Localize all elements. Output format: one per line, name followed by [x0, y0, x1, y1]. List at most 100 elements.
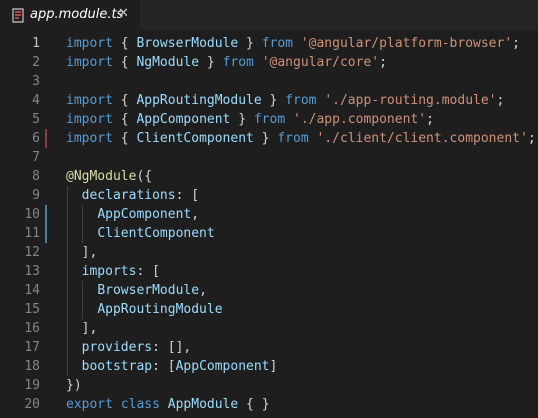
typescript-file-icon: [12, 8, 24, 23]
token: NgModule: [136, 55, 200, 70]
token: './client/client.component': [316, 131, 528, 146]
token: {: [112, 131, 137, 146]
token: }: [230, 112, 254, 127]
line-number: 16: [24, 321, 40, 336]
token: import: [66, 55, 113, 70]
code-text: import { NgModule } from '@angular/core'…: [66, 53, 387, 72]
token: from: [277, 131, 309, 146]
line-number: 20: [24, 397, 40, 412]
code-text: import { BrowserModule } from '@angular/…: [66, 34, 520, 53]
code-text: ],: [66, 319, 98, 338]
code-line[interactable]: 6 import { ClientComponent } from './clie…: [0, 129, 538, 148]
token: from: [285, 93, 317, 108]
line-number: 3: [32, 74, 40, 89]
token: from: [222, 55, 254, 70]
code-text: providers: [],: [66, 338, 192, 357]
code-text: ClientComponent: [66, 224, 215, 243]
line-number: 4: [32, 93, 40, 108]
code-line[interactable]: 14 BrowserModule,: [0, 281, 538, 300]
token: ;: [379, 55, 387, 70]
token: {: [112, 55, 137, 70]
token: BrowserModule: [136, 36, 239, 51]
token: import: [66, 93, 113, 108]
token: AppComponent: [136, 112, 231, 127]
code-line[interactable]: 9 declarations: [: [0, 186, 538, 205]
token: ;: [426, 112, 434, 127]
code-text: BrowserModule,: [66, 281, 207, 300]
code-line[interactable]: 18 bootstrap: [AppComponent]: [0, 357, 538, 376]
code-line[interactable]: 10 AppComponent,: [0, 205, 538, 224]
line-number: 15: [24, 302, 40, 317]
token: AppRoutingModule: [97, 302, 223, 317]
code-line[interactable]: 13 imports: [: [0, 262, 538, 281]
code-line[interactable]: 7: [0, 148, 538, 167]
gutter-change-marker: [45, 224, 47, 243]
code-text: AppComponent,: [66, 205, 199, 224]
code-text: export class AppModule { }: [66, 395, 270, 414]
token: ({: [136, 169, 153, 184]
token: : [: [152, 359, 176, 374]
token: ;: [496, 93, 505, 108]
token: @NgModule: [66, 169, 137, 184]
token: : [: [136, 264, 160, 279]
code-line[interactable]: 19}): [0, 376, 538, 395]
tab-app-module[interactable]: app.module.ts ✕: [0, 0, 140, 30]
token: }: [253, 131, 278, 146]
code-text: import { ClientComponent } from './clien…: [66, 129, 536, 148]
code-line[interactable]: 8 @NgModule({: [0, 167, 538, 186]
token: from: [261, 36, 293, 51]
close-icon[interactable]: ✕: [118, 7, 130, 21]
code-line[interactable]: 11 ClientComponent: [0, 224, 538, 243]
token: ]: [269, 359, 278, 374]
token: }): [66, 378, 82, 393]
token: ClientComponent: [136, 131, 254, 146]
token: }: [199, 55, 223, 70]
gutter-change-marker: [45, 205, 47, 224]
token: {: [112, 93, 137, 108]
tab-title: app.module.ts: [30, 7, 124, 22]
token: AppComponent: [175, 359, 270, 374]
token: ClientComponent: [97, 226, 215, 241]
code-line[interactable]: 4 import { AppRoutingModule } from './app…: [0, 91, 538, 110]
code-line[interactable]: 17 providers: [],: [0, 338, 538, 357]
token: AppModule: [167, 397, 239, 412]
code-text: imports: [: [66, 262, 160, 281]
token: : [],: [152, 340, 192, 355]
code-line[interactable]: 1 import { BrowserModule } from '@angular…: [0, 34, 538, 53]
code-line[interactable]: 15 AppRoutingModule: [0, 300, 538, 319]
token: './app.component': [293, 112, 427, 127]
token: from: [253, 112, 286, 127]
token: BrowserModule: [97, 283, 200, 298]
line-number: 8: [32, 169, 40, 184]
line-number: 5: [32, 112, 40, 127]
code-line[interactable]: 12 ],: [0, 243, 538, 262]
token: AppRoutingModule: [136, 93, 262, 108]
token: bootstrap: [81, 359, 153, 374]
code-line[interactable]: 16 ],: [0, 319, 538, 338]
token: ;: [512, 36, 520, 51]
code-line[interactable]: 5 import { AppComponent } from './app.com…: [0, 110, 538, 129]
code-text: import { AppComponent } from './app.comp…: [66, 110, 434, 129]
line-number: 14: [24, 283, 40, 298]
line-number: 18: [24, 359, 40, 374]
code-editor[interactable]: 1 import { BrowserModule } from '@angular…: [0, 30, 538, 418]
line-number: 7: [32, 150, 40, 165]
code-line[interactable]: 3: [0, 72, 538, 91]
token: export: [66, 397, 113, 412]
code-text: @NgModule({: [66, 167, 152, 186]
token: '@angular/core': [261, 55, 380, 70]
code-text: AppRoutingModule: [66, 300, 223, 319]
token: providers: [81, 340, 153, 355]
code-line[interactable]: 2 import { NgModule } from '@angular/core…: [0, 53, 538, 72]
code-line[interactable]: 20 export class AppModule { }: [0, 395, 538, 414]
token: AppComponent: [97, 207, 192, 222]
token: ,: [199, 283, 207, 298]
code-text: import { AppRoutingModule } from './app-…: [66, 91, 504, 110]
tab-bar: app.module.ts ✕: [0, 0, 538, 30]
